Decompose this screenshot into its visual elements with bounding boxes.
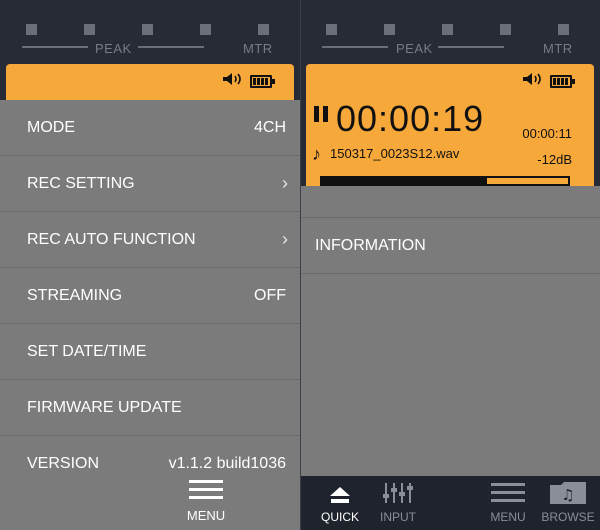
- tab-menu[interactable]: MENU: [477, 476, 539, 530]
- speaker-icon: [222, 72, 242, 91]
- menu-item-label: VERSION: [27, 455, 100, 472]
- bottom-tab-bar: QUICK INPUT MENU ♫ BROWSE: [301, 476, 600, 530]
- menu-item-information[interactable]: INFORMATION: [301, 218, 600, 274]
- tab-input[interactable]: INPUT: [367, 476, 429, 530]
- menu-item-label: REC AUTO FUNCTION: [27, 231, 196, 248]
- tab-label: MENU: [490, 510, 526, 524]
- quick-menu: INFORMATION: [301, 186, 600, 476]
- meter-led: [258, 24, 269, 35]
- meter-line: [438, 46, 504, 48]
- progress-fill: [322, 178, 487, 184]
- tab-label: QUICK: [320, 510, 359, 524]
- menu-item-set-date-time[interactable]: SET DATE/TIME: [0, 324, 300, 380]
- meter-line: [138, 46, 204, 48]
- battery-icon: [550, 75, 575, 88]
- meter-led: [26, 24, 37, 35]
- menu-item-label: SET DATE/TIME: [27, 343, 147, 360]
- meter-line: [322, 46, 388, 48]
- menu-button[interactable]: MENU: [170, 480, 242, 530]
- level-meters: PEAK MTR: [0, 0, 300, 62]
- mtr-label: MTR: [543, 41, 573, 56]
- menu-item-label: MODE: [27, 119, 75, 136]
- menu-item-mode[interactable]: MODE 4CH: [0, 100, 300, 156]
- meter-led: [142, 24, 153, 35]
- meter-led: [558, 24, 569, 35]
- progress-bar: [320, 176, 570, 186]
- meter-led: [442, 24, 453, 35]
- menu-button-label: MENU: [186, 508, 226, 523]
- elapsed-time: 00:00:19: [336, 98, 485, 139]
- meter-led: [326, 24, 337, 35]
- music-note-icon: ♪: [312, 144, 321, 164]
- menu-item-version: VERSION v1.1.2 build1036: [0, 436, 300, 492]
- menu-item-rec-auto-function[interactable]: REC AUTO FUNCTION ›: [0, 212, 300, 268]
- menu-item-streaming[interactable]: STREAMING OFF: [0, 268, 300, 324]
- menu-item-label: STREAMING: [27, 287, 123, 304]
- chevron-right-icon: ›: [282, 229, 288, 249]
- quick-screen: PEAK MTR 00:00:19 00:00:11 ♪ 150317_0023…: [300, 0, 600, 530]
- tab-browse[interactable]: ♫ BROWSE: [537, 476, 599, 530]
- peak-label: PEAK: [396, 41, 433, 56]
- hamburger-icon: [491, 483, 525, 503]
- tab-quick[interactable]: QUICK: [309, 476, 371, 530]
- eject-icon: [330, 487, 350, 503]
- level-meters: PEAK MTR: [301, 0, 600, 62]
- svg-text:♫: ♫: [561, 486, 574, 504]
- menu-item-firmware-update[interactable]: FIRMWARE UPDATE: [0, 380, 300, 436]
- meter-line: [22, 46, 88, 48]
- input-level: -12dB: [537, 152, 572, 167]
- peak-label: PEAK: [95, 41, 132, 56]
- lcd-display: 00:00:19 00:00:11 ♪ 150317_0023S12.wav -…: [306, 64, 594, 204]
- menu-item-label: FIRMWARE UPDATE: [27, 399, 182, 416]
- mixer-faders-icon: [383, 483, 413, 503]
- meter-led: [384, 24, 395, 35]
- battery-icon: [250, 75, 275, 88]
- menu-item-rec-setting[interactable]: REC SETTING ›: [0, 156, 300, 212]
- meter-led: [84, 24, 95, 35]
- menu-item-value: 4CH: [253, 119, 286, 136]
- hamburger-icon: [189, 480, 223, 500]
- speaker-icon: [522, 72, 542, 91]
- folder-music-icon: ♫: [550, 482, 586, 504]
- menu-list: MODE 4CH REC SETTING › REC AUTO FUNCTION…: [0, 100, 300, 530]
- menu-item-label: INFORMATION: [315, 237, 426, 254]
- pause-icon: [314, 106, 330, 122]
- menu-item-value: OFF: [254, 287, 286, 304]
- menu-item-label: REC SETTING: [27, 175, 135, 192]
- meter-led: [500, 24, 511, 35]
- tab-label: BROWSE: [541, 510, 595, 524]
- menu-screen: PEAK MTR MODE 4CH REC SETTING › REC AUTO…: [0, 0, 300, 530]
- tab-label: INPUT: [380, 510, 416, 524]
- chevron-right-icon: ›: [282, 173, 288, 193]
- menu-item-value: v1.1.2 build1036: [168, 455, 286, 472]
- file-name: 150317_0023S12.wav: [330, 146, 460, 161]
- remaining-time: 00:00:11: [522, 126, 572, 141]
- meter-led: [200, 24, 211, 35]
- mtr-label: MTR: [243, 41, 273, 56]
- menu-item-blank: [301, 186, 600, 218]
